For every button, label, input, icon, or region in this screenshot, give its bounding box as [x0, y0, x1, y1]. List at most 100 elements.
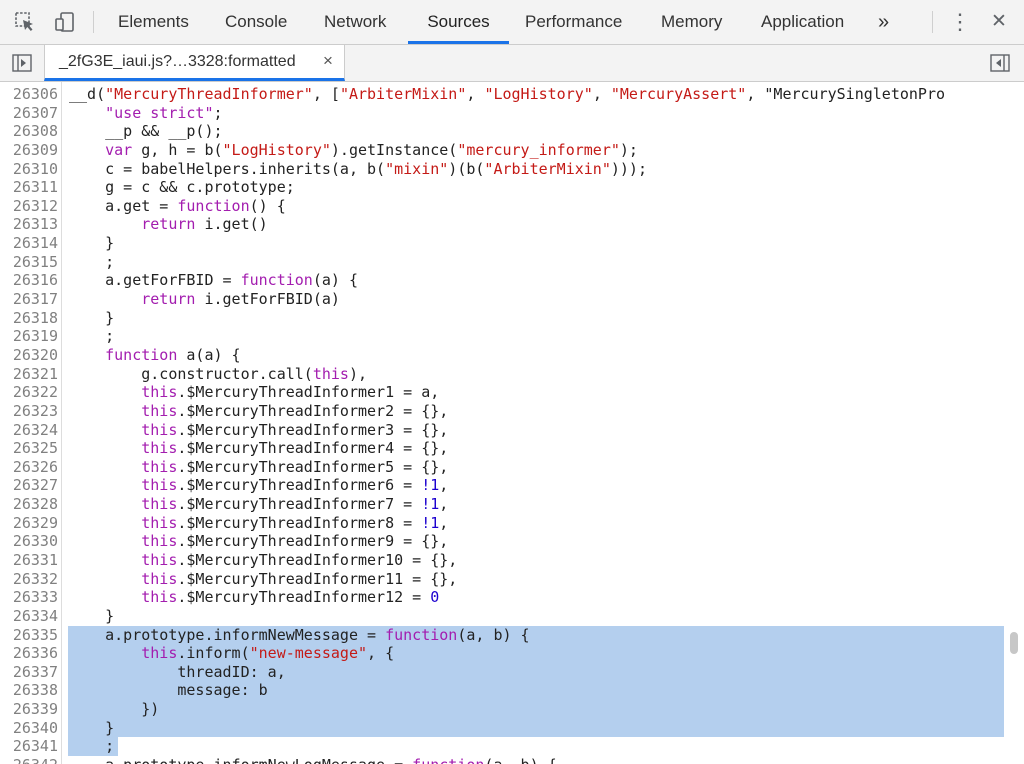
device-toolbar-icon[interactable]	[48, 0, 82, 44]
code-line[interactable]: 26316 a.getForFBID = function(a) {	[0, 271, 1006, 290]
line-number[interactable]: 26338	[0, 681, 58, 700]
code-line[interactable]: 26311 g = c && c.prototype;	[0, 178, 1006, 197]
code-line[interactable]: 26335 a.prototype.informNewMessage = fun…	[0, 626, 1006, 645]
line-number[interactable]: 26336	[0, 644, 58, 663]
toggle-debugger-icon[interactable]	[984, 45, 1016, 81]
code-line[interactable]: 26340 }	[0, 719, 1006, 738]
line-number[interactable]: 26316	[0, 271, 58, 290]
line-number[interactable]: 26322	[0, 383, 58, 402]
customize-menu-button[interactable]: ⋮	[948, 0, 972, 44]
line-number[interactable]: 26308	[0, 122, 58, 141]
code-line[interactable]: 26323 this.$MercuryThreadInformer2 = {},	[0, 402, 1006, 421]
code-line[interactable]: 26306 __d("MercuryThreadInformer", ["Arbi…	[0, 85, 1006, 104]
code-line[interactable]: 26308 __p && __p();	[0, 122, 1006, 141]
line-number[interactable]: 26310	[0, 160, 58, 179]
code-line[interactable]: 26325 this.$MercuryThreadInformer4 = {},	[0, 439, 1006, 458]
line-number[interactable]: 26311	[0, 178, 58, 197]
code-text: ;	[69, 327, 115, 346]
code-line[interactable]: 26324 this.$MercuryThreadInformer3 = {},	[0, 421, 1006, 440]
code-line[interactable]: 26332 this.$MercuryThreadInformer11 = {}…	[0, 570, 1006, 589]
code-line[interactable]: 26320 function a(a) {	[0, 346, 1006, 365]
line-number[interactable]: 26339	[0, 700, 58, 719]
line-number[interactable]: 26323	[0, 402, 58, 421]
code-line[interactable]: 26321 g.constructor.call(this),	[0, 365, 1006, 384]
code-line[interactable]: 26318 }	[0, 309, 1006, 328]
file-tab-close-icon[interactable]: ×	[323, 51, 333, 71]
line-number[interactable]: 26325	[0, 439, 58, 458]
code-line[interactable]: 26310 c = babelHelpers.inherits(a, b("mi…	[0, 160, 1006, 179]
tab-elements[interactable]: Elements	[107, 0, 200, 44]
more-tabs-button[interactable]: »	[870, 0, 897, 44]
code-line[interactable]: 26339 })	[0, 700, 1006, 719]
line-number[interactable]: 26331	[0, 551, 58, 570]
line-number[interactable]: 26328	[0, 495, 58, 514]
line-number[interactable]: 26326	[0, 458, 58, 477]
tab-network[interactable]: Network	[313, 0, 397, 44]
line-number[interactable]: 26334	[0, 607, 58, 626]
line-number[interactable]: 26317	[0, 290, 58, 309]
code-line[interactable]: 26322 this.$MercuryThreadInformer1 = a,	[0, 383, 1006, 402]
code-line[interactable]: 26337 threadID: a,	[0, 663, 1006, 682]
line-number[interactable]: 26314	[0, 234, 58, 253]
tab-performance[interactable]: Performance	[514, 0, 633, 44]
code-line[interactable]: 26328 this.$MercuryThreadInformer7 = !1,	[0, 495, 1006, 514]
line-number[interactable]: 26320	[0, 346, 58, 365]
code-line[interactable]: 26314 }	[0, 234, 1006, 253]
code-line[interactable]: 26309 var g, h = b("LogHistory").getInst…	[0, 141, 1006, 160]
vertical-scrollbar[interactable]	[1006, 82, 1024, 764]
code-text: this.$MercuryThreadInformer6 = !1,	[141, 476, 449, 495]
line-number[interactable]: 26309	[0, 141, 58, 160]
inspect-element-icon[interactable]	[8, 0, 42, 44]
line-number[interactable]: 26340	[0, 719, 58, 738]
file-tab-label: _2fG3E_iaui.js?…3328:formatted	[59, 53, 296, 70]
line-number[interactable]: 26313	[0, 215, 58, 234]
line-number[interactable]: 26321	[0, 365, 58, 384]
line-number[interactable]: 26330	[0, 532, 58, 551]
code-line[interactable]: 26338 message: b	[0, 681, 1006, 700]
code-line[interactable]: 26331 this.$MercuryThreadInformer10 = {}…	[0, 551, 1006, 570]
line-number[interactable]: 26318	[0, 309, 58, 328]
code-line[interactable]: 26334 }	[0, 607, 1006, 626]
line-number[interactable]: 26342	[0, 756, 58, 764]
tab-memory[interactable]: Memory	[650, 0, 733, 44]
line-number[interactable]: 26315	[0, 253, 58, 272]
line-number[interactable]: 26341	[0, 737, 58, 756]
toolbar-separator	[932, 11, 933, 33]
toggle-navigator-icon[interactable]	[6, 45, 38, 81]
code-line[interactable]: 26342 a.prototype.informNewLogMessage = …	[0, 756, 1006, 764]
line-number[interactable]: 26324	[0, 421, 58, 440]
tab-console[interactable]: Console	[214, 0, 298, 44]
code-line[interactable]: 26313 return i.get()	[0, 215, 1006, 234]
tab-application[interactable]: Application	[750, 0, 855, 44]
line-number[interactable]: 26335	[0, 626, 58, 645]
code-line[interactable]: 26312 a.get = function() {	[0, 197, 1006, 216]
scrollbar-thumb[interactable]	[1010, 632, 1018, 654]
line-number[interactable]: 26319	[0, 327, 58, 346]
code-text: this.$MercuryThreadInformer12 = 0	[141, 588, 440, 607]
code-line[interactable]: 26326 this.$MercuryThreadInformer5 = {},	[0, 458, 1006, 477]
code-text: }	[69, 234, 115, 253]
code-line[interactable]: 26317 return i.getForFBID(a)	[0, 290, 1006, 309]
line-number[interactable]: 26337	[0, 663, 58, 682]
code-line[interactable]: 26330 this.$MercuryThreadInformer9 = {},	[0, 532, 1006, 551]
line-number[interactable]: 26312	[0, 197, 58, 216]
line-number[interactable]: 26306	[0, 85, 58, 104]
code-line[interactable]: 26327 this.$MercuryThreadInformer6 = !1,	[0, 476, 1006, 495]
code-line[interactable]: 26336 this.inform("new-message", {	[0, 644, 1006, 663]
code-line[interactable]: 26307 "use strict";	[0, 104, 1006, 123]
line-number[interactable]: 26327	[0, 476, 58, 495]
close-devtools-button[interactable]: ✕	[984, 0, 1014, 44]
code-line[interactable]: 26329 this.$MercuryThreadInformer8 = !1,	[0, 514, 1006, 533]
line-number[interactable]: 26329	[0, 514, 58, 533]
line-number[interactable]: 26307	[0, 104, 58, 123]
code-line[interactable]: 26315 ;	[0, 253, 1006, 272]
code-line[interactable]: 26333 this.$MercuryThreadInformer12 = 0	[0, 588, 1006, 607]
line-number[interactable]: 26332	[0, 570, 58, 589]
file-tab[interactable]: _2fG3E_iaui.js?…3328:formatted ×	[44, 45, 345, 81]
tab-sources[interactable]: Sources	[408, 0, 509, 44]
devtools-toolbar: Elements Console Network Sources Perform…	[0, 0, 1024, 45]
line-number[interactable]: 26333	[0, 588, 58, 607]
code-line[interactable]: 26319 ;	[0, 327, 1006, 346]
code-line[interactable]: 26341 ;	[0, 737, 1006, 756]
code-editor[interactable]: 26306 __d("MercuryThreadInformer", ["Arbi…	[0, 82, 1024, 764]
